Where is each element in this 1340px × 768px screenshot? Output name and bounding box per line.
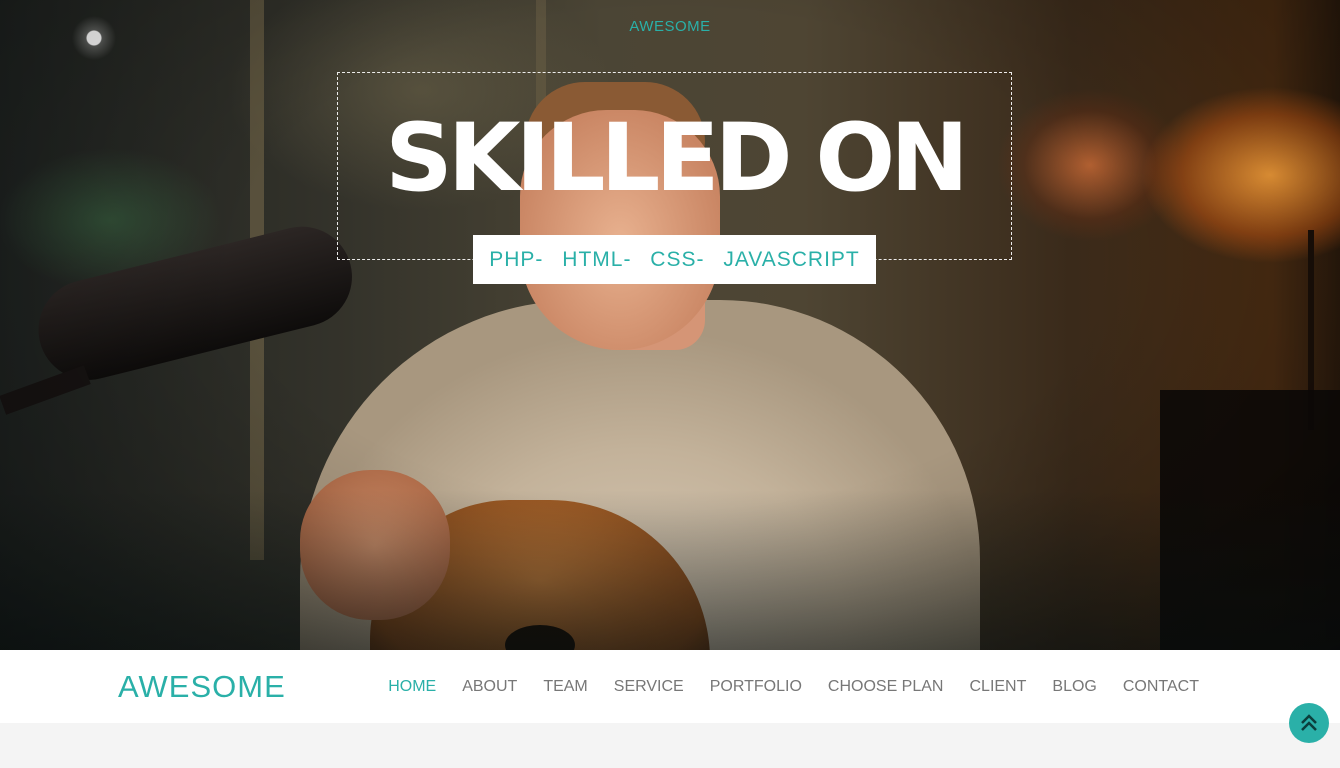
nav-item-about[interactable]: ABOUT	[462, 678, 517, 696]
skills-banner: PHP- HTML- CSS- JAVASCRIPT	[473, 235, 876, 284]
brand-logo[interactable]: AWESOME	[118, 650, 286, 723]
nav-item-choose-plan[interactable]: CHOOSE PLAN	[828, 678, 944, 696]
hero-section: AWESOME SKILLED ON PHP- HTML- CSS- JAVAS…	[0, 0, 1340, 650]
skill-html: HTML-	[562, 248, 632, 271]
nav-item-blog[interactable]: BLOG	[1052, 678, 1096, 696]
nav-menu: HOME ABOUT TEAM SERVICE PORTFOLIO CHOOSE…	[362, 650, 1199, 723]
nav-item-contact[interactable]: CONTACT	[1123, 678, 1199, 696]
nav-item-portfolio[interactable]: PORTFOLIO	[710, 678, 802, 696]
nav-item-service[interactable]: SERVICE	[614, 678, 684, 696]
double-chevron-up-icon	[1301, 714, 1317, 731]
hero-subtitle: AWESOME	[629, 18, 711, 35]
navbar: AWESOME HOME ABOUT TEAM SERVICE PORTFOLI…	[0, 650, 1340, 723]
skill-javascript: JAVASCRIPT	[723, 248, 860, 271]
scroll-to-top-button[interactable]	[1289, 703, 1329, 743]
nav-item-home[interactable]: HOME	[388, 678, 436, 696]
nav-item-team[interactable]: TEAM	[543, 678, 587, 696]
skill-css: CSS-	[650, 248, 705, 271]
hero-title: SKILLED ON	[385, 104, 969, 213]
nav-item-client[interactable]: CLIENT	[969, 678, 1026, 696]
skill-php: PHP-	[489, 248, 544, 271]
